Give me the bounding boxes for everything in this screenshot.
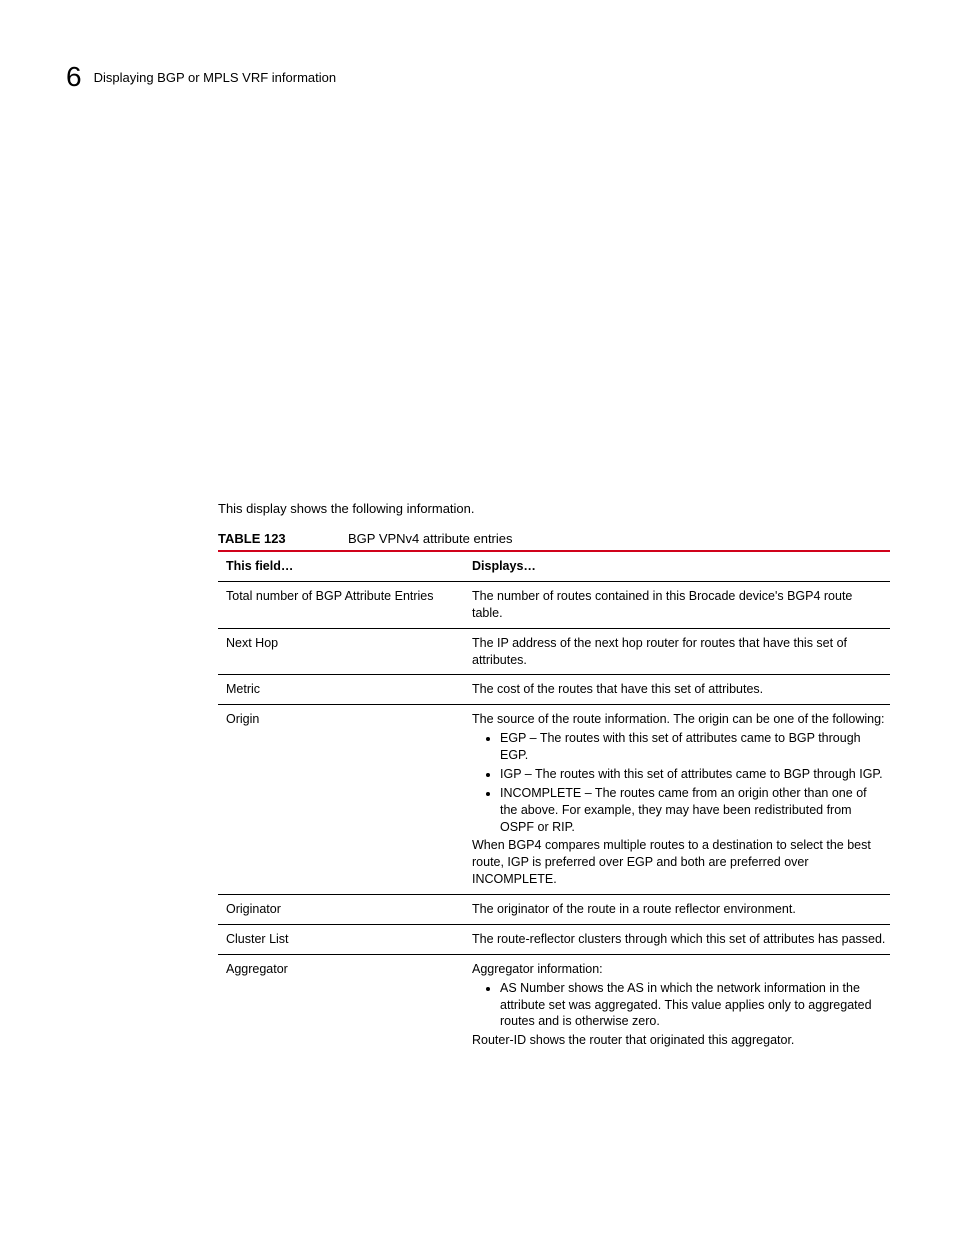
intro-text: This display shows the following informa… (218, 500, 890, 518)
page: 6 Displaying BGP or MPLS VRF information… (0, 0, 954, 1235)
table-row: Originator The originator of the route i… (218, 895, 890, 925)
attribute-table: This field… Displays… Total number of BG… (218, 552, 890, 1055)
header-displays: Displays… (464, 552, 890, 581)
cell-displays: The IP address of the next hop router fo… (464, 628, 890, 675)
aggregator-pre: Aggregator information: (472, 961, 886, 978)
cell-displays: The route-reflector clusters through whi… (464, 924, 890, 954)
cell-displays: The number of routes contained in this B… (464, 581, 890, 628)
cell-field: Next Hop (218, 628, 464, 675)
table-number: TABLE 123 (218, 530, 348, 548)
table-header-row: This field… Displays… (218, 552, 890, 581)
cell-field: Metric (218, 675, 464, 705)
cell-field: Cluster List (218, 924, 464, 954)
table-row: Total number of BGP Attribute Entries Th… (218, 581, 890, 628)
page-body: This display shows the following informa… (218, 500, 890, 1055)
bullet: AS Number shows the AS in which the netw… (500, 980, 886, 1031)
cell-displays: Aggregator information: AS Number shows … (464, 954, 890, 1055)
table-caption: TABLE 123 BGP VPNv4 attribute entries (218, 530, 890, 548)
page-header: 6 Displaying BGP or MPLS VRF information (66, 58, 888, 96)
table-row: Aggregator Aggregator information: AS Nu… (218, 954, 890, 1055)
page-title: Displaying BGP or MPLS VRF information (94, 69, 337, 87)
aggregator-post: Router-ID shows the router that originat… (472, 1032, 886, 1049)
table-row: Origin The source of the route informati… (218, 705, 890, 895)
cell-displays: The source of the route information. The… (464, 705, 890, 895)
cell-field: Total number of BGP Attribute Entries (218, 581, 464, 628)
origin-bullets: EGP – The routes with this set of attrib… (472, 730, 886, 835)
cell-displays: The cost of the routes that have this se… (464, 675, 890, 705)
cell-field: Origin (218, 705, 464, 895)
cell-field: Aggregator (218, 954, 464, 1055)
table-row: Metric The cost of the routes that have … (218, 675, 890, 705)
origin-post: When BGP4 compares multiple routes to a … (472, 837, 886, 888)
header-field: This field… (218, 552, 464, 581)
bullet: INCOMPLETE – The routes came from an ori… (500, 785, 886, 836)
chapter-number: 6 (66, 58, 82, 96)
bullet: IGP – The routes with this set of attrib… (500, 766, 886, 783)
cell-displays: The originator of the route in a route r… (464, 895, 890, 925)
aggregator-bullets: AS Number shows the AS in which the netw… (472, 980, 886, 1031)
table-row: Cluster List The route-reflector cluster… (218, 924, 890, 954)
cell-field: Originator (218, 895, 464, 925)
bullet: EGP – The routes with this set of attrib… (500, 730, 886, 764)
table-title: BGP VPNv4 attribute entries (348, 530, 513, 548)
origin-pre: The source of the route information. The… (472, 711, 886, 728)
table-row: Next Hop The IP address of the next hop … (218, 628, 890, 675)
